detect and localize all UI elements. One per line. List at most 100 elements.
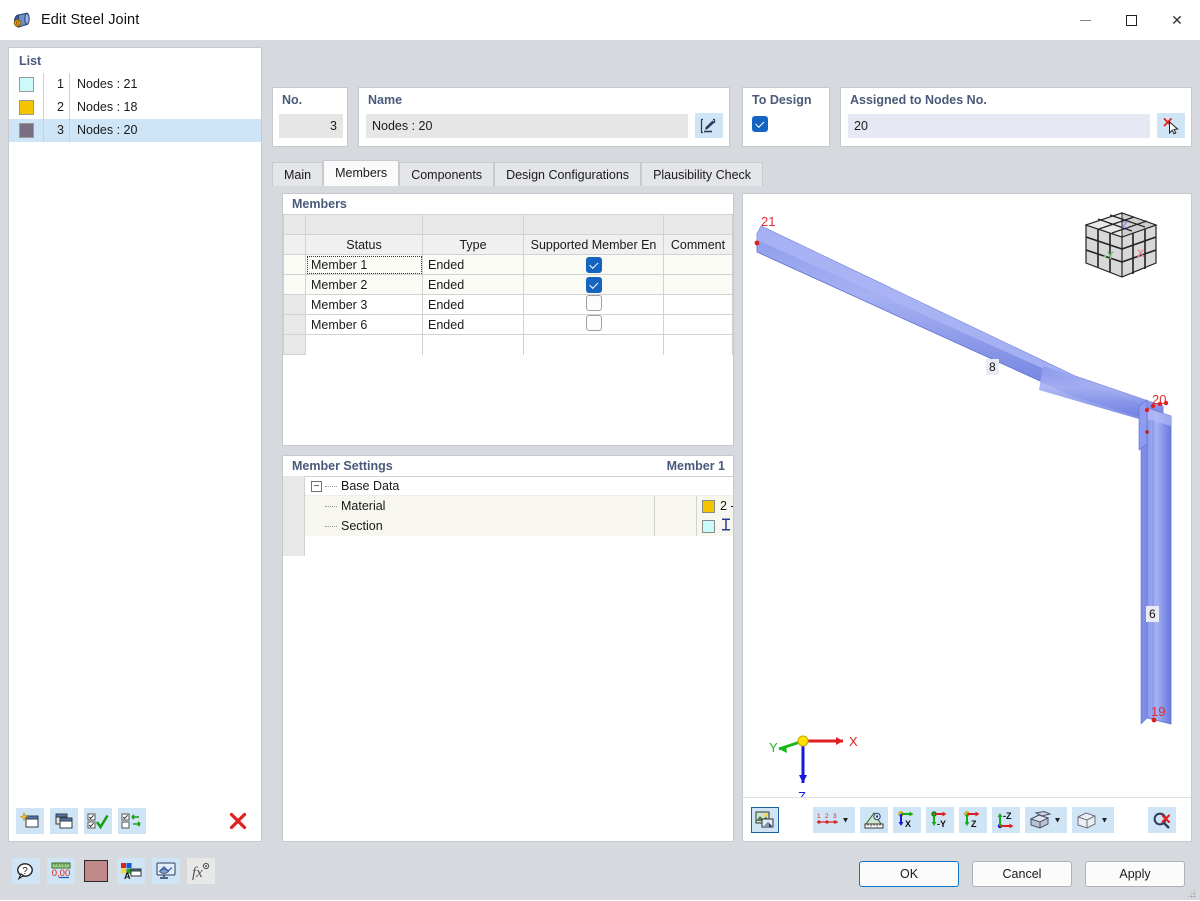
model-canvas[interactable]: -Y X Z X Y Z 21 20 19 8 6	[743, 194, 1191, 797]
graphic-settings-button[interactable]	[152, 858, 180, 884]
table-row[interactable]: Member 1 Ended	[283, 254, 733, 275]
to-design-checkbox[interactable]	[752, 115, 768, 132]
supported-checkbox[interactable]	[585, 276, 602, 293]
column-header-status[interactable]: Status	[305, 234, 423, 255]
tree-connector	[325, 505, 337, 507]
cell-status[interactable]: Member 3	[305, 294, 423, 315]
color-button[interactable]	[82, 858, 110, 884]
tab-components[interactable]: Components	[399, 162, 495, 186]
dimensions-button[interactable]	[860, 806, 888, 833]
table-row[interactable]: Member 3 Ended	[283, 294, 733, 315]
filter-comment[interactable]	[663, 214, 733, 235]
cancel-button[interactable]: Cancel	[972, 861, 1072, 887]
column-header-type[interactable]: Type	[422, 234, 524, 255]
filter-status[interactable]	[305, 214, 423, 235]
table-row[interactable]: Member 2 Ended	[283, 274, 733, 295]
apply-button[interactable]: Apply	[1085, 861, 1185, 887]
ok-button[interactable]: OK	[859, 861, 959, 887]
cell-supported[interactable]	[523, 254, 664, 275]
resize-grip[interactable]	[1186, 887, 1196, 898]
delete-joint-button[interactable]	[224, 808, 252, 834]
row-handle[interactable]	[283, 274, 306, 295]
member-settings-tree: − Base Data Material 2 - S355 | Isotropi…	[283, 476, 733, 556]
cell-empty	[422, 334, 524, 355]
help-button[interactable]: ?	[12, 858, 40, 884]
tree-group-name-cell: − Base Data	[305, 476, 655, 496]
copy-joint-button[interactable]	[50, 808, 78, 834]
tab-members[interactable]: Members	[323, 160, 400, 186]
cell-supported[interactable]	[523, 274, 664, 295]
cell-status[interactable]: Member 2	[305, 274, 423, 295]
numbering-button[interactable]: 1 2 3	[813, 806, 855, 833]
model-viewport[interactable]: -Y X Z X Y Z 21 20 19 8 6 1 2 3 X -Y Z -…	[742, 193, 1192, 842]
tree-spacer-cell	[655, 496, 697, 516]
render-mode-button[interactable]	[751, 806, 779, 833]
tree-group-label: Base Data	[341, 479, 400, 493]
invert-selection-button[interactable]	[118, 808, 146, 834]
collapse-icon[interactable]: −	[311, 480, 322, 492]
cell-type[interactable]: Ended	[422, 274, 524, 295]
reset-zoom-button[interactable]	[1148, 806, 1176, 833]
row-handle[interactable]	[283, 314, 306, 335]
wireframe-button[interactable]	[1072, 806, 1114, 833]
tab-main[interactable]: Main	[272, 162, 324, 186]
list-item[interactable]: 2 Nodes : 18	[9, 96, 261, 119]
cell-comment[interactable]	[663, 314, 733, 335]
column-header-supported-member-end[interactable]: Supported Member En	[523, 234, 664, 255]
minimize-button[interactable]	[1062, 0, 1108, 40]
tab-plausibility-check[interactable]: Plausibility Check	[641, 162, 764, 186]
number-input[interactable]: 3	[279, 114, 343, 138]
view-in-negative-y-button[interactable]: -Y	[926, 806, 954, 833]
tree-row[interactable]: Section 1 - IPE 360 | 2 - S355	[283, 516, 733, 536]
isometric-view-button[interactable]: -Z	[992, 806, 1020, 833]
filter-type[interactable]	[422, 214, 524, 235]
cell-type[interactable]: Ended	[422, 254, 524, 275]
cell-supported[interactable]	[523, 294, 664, 315]
cell-status[interactable]: Member 1	[305, 254, 423, 275]
supported-checkbox[interactable]	[585, 295, 602, 311]
view-in-x-button[interactable]: X	[893, 806, 921, 833]
name-input[interactable]: Nodes : 20	[366, 114, 688, 138]
pick-nodes-icon[interactable]	[1157, 113, 1185, 138]
tab-design-configurations[interactable]: Design Configurations	[494, 162, 642, 186]
units-button[interactable]: 0,00	[47, 858, 75, 884]
cell-status[interactable]: Member 6	[305, 314, 423, 335]
column-header-comment[interactable]: Comment	[663, 234, 733, 255]
display-style-button[interactable]	[1025, 806, 1067, 833]
new-joint-button[interactable]	[16, 808, 44, 834]
filter-supported[interactable]	[523, 214, 664, 235]
list-item[interactable]: 1 Nodes : 21	[9, 73, 261, 96]
cell-comment[interactable]	[663, 254, 733, 275]
tree-group-row[interactable]: − Base Data	[283, 476, 733, 496]
assigned-nodes-panel: Assigned to Nodes No. 20	[840, 87, 1192, 147]
svg-text:Y: Y	[769, 740, 778, 755]
select-all-button[interactable]	[84, 808, 112, 834]
joint-list-panel: List 1 Nodes : 21 2 Nodes : 18 3 Nodes :…	[8, 47, 262, 842]
member-settings-title: Member Settings	[292, 459, 393, 473]
maximize-button[interactable]	[1108, 0, 1154, 40]
tab-strip: Main Members Components Design Configura…	[272, 160, 1192, 186]
display-properties-button[interactable]: A	[117, 858, 145, 884]
dialog-button-bar: OK Cancel Apply	[859, 861, 1185, 887]
table-row[interactable]: Member 6 Ended	[283, 314, 733, 335]
tree-row-value-cell[interactable]: 2 - S355 | Isotropic | Linea...	[697, 496, 733, 516]
row-handle[interactable]	[283, 294, 306, 315]
member-label: 8	[986, 359, 999, 375]
view-in-z-button[interactable]: Z	[959, 806, 987, 833]
cell-type[interactable]: Ended	[422, 294, 524, 315]
cell-type[interactable]: Ended	[422, 314, 524, 335]
tree-row-value-cell[interactable]: 1 - IPE 360 | 2 - S355	[697, 516, 733, 536]
supported-checkbox[interactable]	[585, 315, 602, 331]
edit-name-icon[interactable]	[695, 113, 723, 138]
cell-comment[interactable]	[663, 274, 733, 295]
formula-button[interactable]: fx	[187, 858, 215, 884]
tree-row[interactable]: Material 2 - S355 | Isotropic | Linea...	[283, 496, 733, 516]
row-handle[interactable]	[283, 254, 306, 275]
assigned-nodes-input[interactable]: 20	[848, 114, 1150, 138]
cell-supported[interactable]	[523, 314, 664, 335]
cell-comment[interactable]	[663, 294, 733, 315]
tree-row-name-cell: Material	[305, 496, 655, 516]
close-button[interactable]: ✕	[1154, 0, 1200, 40]
supported-checkbox[interactable]	[585, 256, 602, 273]
list-item[interactable]: 3 Nodes : 20	[9, 119, 261, 142]
